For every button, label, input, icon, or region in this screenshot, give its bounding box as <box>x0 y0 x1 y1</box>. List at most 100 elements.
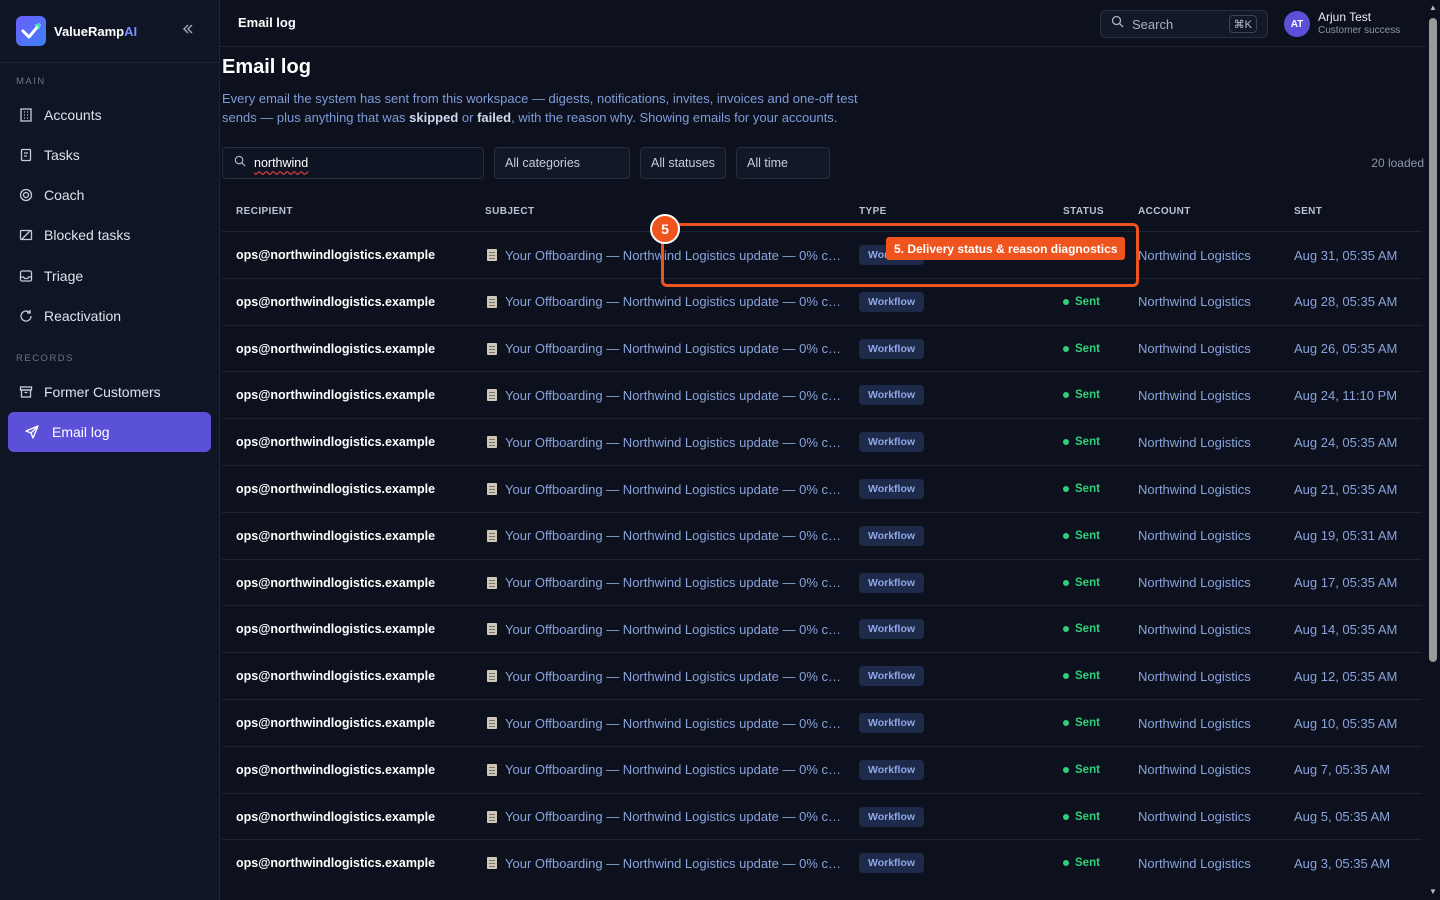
subject-text: Your Offboarding — Northwind Logistics u… <box>505 715 842 731</box>
account-cell[interactable]: Northwind Logistics <box>1138 653 1251 699</box>
subject-cell[interactable]: Your Offboarding — Northwind Logistics u… <box>487 419 841 465</box>
archive-icon <box>18 384 34 400</box>
avatar[interactable]: AT <box>1284 11 1310 37</box>
account-cell[interactable]: Northwind Logistics <box>1138 232 1251 278</box>
sidebar-divider <box>0 62 219 63</box>
chevrons-left-icon[interactable] <box>178 22 198 40</box>
table-row[interactable]: ops@northwindlogistics.example Your Offbo… <box>222 324 1422 372</box>
subject-cell[interactable]: Your Offboarding — Northwind Logistics u… <box>487 560 841 606</box>
account-cell[interactable]: Northwind Logistics <box>1138 326 1251 372</box>
sidebar-item-label: Reactivation <box>44 308 122 324</box>
table-row[interactable]: ops@northwindlogistics.example Your Offbo… <box>222 371 1422 418</box>
header-sent[interactable]: SENT <box>1294 206 1322 217</box>
table-row[interactable]: ops@northwindlogistics.example Your Offbo… <box>222 745 1422 793</box>
subject-cell[interactable]: Your Offboarding — Northwind Logistics u… <box>487 700 841 746</box>
table-row[interactable]: ops@northwindlogistics.example Your Offbo… <box>222 511 1422 559</box>
account-cell[interactable]: Northwind Logistics <box>1138 419 1251 465</box>
subject-cell[interactable]: Your Offboarding — Northwind Logistics u… <box>487 653 841 699</box>
scroll-thumb[interactable] <box>1429 18 1437 662</box>
recipient-cell: ops@northwindlogistics.example <box>236 388 436 403</box>
document-icon <box>487 623 497 636</box>
time-filter[interactable]: All time <box>736 147 830 179</box>
sidebar-item-blocked-tasks[interactable]: Blocked tasks <box>8 215 211 255</box>
table-row[interactable]: ops@northwindlogistics.example Your Offbo… <box>222 792 1422 840</box>
table-row[interactable]: ops@northwindlogistics.example Your Offbo… <box>222 699 1422 746</box>
account-cell[interactable]: Northwind Logistics <box>1138 747 1251 793</box>
sidebar-item-tasks[interactable]: Tasks <box>8 135 211 175</box>
table-row[interactable]: ops@northwindlogistics.example Your Offbo… <box>222 558 1422 606</box>
brand-logo-icon <box>16 16 46 46</box>
status-text: Sent <box>1075 389 1100 402</box>
status-dot-icon <box>1063 673 1069 680</box>
status-dot-icon <box>1063 486 1069 492</box>
type-badge: Workflow <box>859 525 925 546</box>
user-name: Arjun Test <box>1318 10 1372 24</box>
sidebar-item-reactivation[interactable]: Reactivation <box>8 296 211 336</box>
document-icon <box>487 483 497 495</box>
sidebar-item-label: Tasks <box>44 147 80 163</box>
scroll-up-icon[interactable]: ▲ <box>1428 3 1438 13</box>
topbar: Email log Search ⌘K AT Arjun Test Custom… <box>220 0 1426 47</box>
subject-cell[interactable]: Your Offboarding — Northwind Logistics u… <box>487 794 841 840</box>
table-row[interactable]: ops@northwindlogistics.example Your Offbo… <box>222 277 1422 325</box>
sidebar-item-former-customers[interactable]: Former Customers <box>8 372 211 412</box>
account-cell[interactable]: Northwind Logistics <box>1138 840 1251 886</box>
subject-cell[interactable]: Your Offboarding — Northwind Logistics u… <box>487 372 841 418</box>
document-icon <box>487 763 497 776</box>
sidebar-item-accounts[interactable]: Accounts <box>8 95 211 135</box>
subject-cell[interactable]: Your Offboarding — Northwind Logistics u… <box>487 840 841 886</box>
scroll-down-icon[interactable]: ▼ <box>1428 887 1438 897</box>
status-cell: Sent <box>1063 747 1100 793</box>
account-cell[interactable]: Northwind Logistics <box>1138 513 1251 559</box>
sent-cell: Aug 10, 05:35 AM <box>1294 715 1398 731</box>
account-cell[interactable]: Northwind Logistics <box>1138 279 1251 325</box>
sidebar-item-coach[interactable]: Coach <box>8 175 211 215</box>
document-icon <box>487 670 497 683</box>
scrollbar[interactable]: ▲ ▼ <box>1426 0 1440 900</box>
table-row[interactable]: ops@northwindlogistics.example Your Offbo… <box>222 652 1422 699</box>
header-account[interactable]: ACCOUNT <box>1138 206 1191 217</box>
subject-cell[interactable]: Your Offboarding — Northwind Logistics u… <box>487 747 841 793</box>
send-icon <box>24 424 40 440</box>
document-icon <box>487 249 497 261</box>
subject-cell[interactable]: Your Offboarding — Northwind Logistics u… <box>487 606 841 652</box>
sidebar-item-label: Accounts <box>44 107 102 123</box>
subject-cell[interactable]: Your Offboarding — Northwind Logistics u… <box>487 326 841 372</box>
status-filter[interactable]: All statuses <box>640 147 726 179</box>
sidebar-item-email-log[interactable]: Email log <box>8 412 211 452</box>
header-subject[interactable]: SUBJECT <box>485 206 534 217</box>
table-row[interactable]: ops@northwindlogistics.example Your Offbo… <box>222 839 1422 886</box>
account-cell[interactable]: Northwind Logistics <box>1138 606 1251 652</box>
account-cell[interactable]: Northwind Logistics <box>1138 700 1251 746</box>
status-dot-icon <box>1063 766 1069 773</box>
building-icon <box>18 107 34 123</box>
account-cell[interactable]: Northwind Logistics <box>1138 372 1251 418</box>
header-status[interactable]: STATUS <box>1063 206 1104 217</box>
table-row[interactable]: ops@northwindlogistics.example Your Offbo… <box>222 605 1422 652</box>
subject-cell[interactable]: Your Offboarding — Northwind Logistics u… <box>487 279 841 325</box>
brand[interactable]: ValueRampAI <box>16 16 137 46</box>
table-row[interactable]: ops@northwindlogistics.example Your Offbo… <box>222 418 1422 465</box>
topbar-title: Email log <box>238 15 296 30</box>
brand-name: ValueRampAI <box>54 23 138 39</box>
email-search-input[interactable]: northwind <box>222 147 484 179</box>
recipient-cell: ops@northwindlogistics.example <box>236 294 436 309</box>
global-search[interactable]: Search ⌘K <box>1100 10 1268 38</box>
sidebar-item-triage[interactable]: Triage <box>8 256 211 296</box>
table-row[interactable]: ops@northwindlogistics.example Your Offbo… <box>222 465 1422 512</box>
subject-text: Your Offboarding — Northwind Logistics u… <box>505 434 842 450</box>
type-cell: Workflow <box>859 466 925 512</box>
subject-cell[interactable]: Your Offboarding — Northwind Logistics u… <box>487 466 841 512</box>
subject-cell[interactable]: Your Offboarding — Northwind Logistics u… <box>487 513 841 559</box>
status-text: Sent <box>1075 342 1100 355</box>
header-type[interactable]: TYPE <box>859 206 887 217</box>
category-filter[interactable]: All categories <box>494 147 630 179</box>
table-row[interactable]: ops@northwindlogistics.example Your Offbo… <box>222 231 1422 278</box>
account-cell[interactable]: Northwind Logistics <box>1138 466 1251 512</box>
account-cell[interactable]: Northwind Logistics <box>1138 560 1251 606</box>
header-recipient[interactable]: RECIPIENT <box>236 206 293 217</box>
status-dot-icon <box>1063 439 1069 446</box>
subject-text: Your Offboarding — Northwind Logistics u… <box>505 247 842 263</box>
account-cell[interactable]: Northwind Logistics <box>1138 794 1251 840</box>
subject-text: Your Offboarding — Northwind Logistics u… <box>505 575 842 591</box>
